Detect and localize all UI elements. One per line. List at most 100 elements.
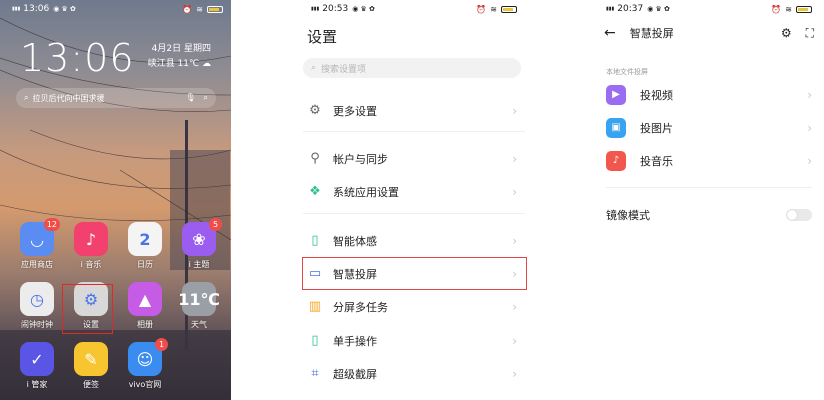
wifi-icon: ≋ [196,4,203,14]
status-bar: ▮▮▮ 13:06 ◉ ♛ ✿ ⏰ ≋ [12,3,223,15]
section-label: 本地文件投屏 [606,68,648,76]
hand-phone-icon: ▯ [311,333,319,348]
app-label: i 管家 [26,380,48,389]
cloud-icon: ☁ [202,59,211,69]
date-weather-widget[interactable]: 4月2日 星期四 峡江县 11℃ ☁ [148,42,211,72]
app-icon[interactable]: 11℃ 天气 [172,282,226,330]
crop-icon: ⌗ [311,366,319,381]
settings-item[interactable]: ▯ 智能体感 › [303,224,525,257]
settings-screen: ▮▮▮ 20:53 ◉ ♛ ✿ ⏰ ≋ 设置 ⌕ 搜索设置项 ⚙ 更多设置 › ⚲ 帐户… [231,0,529,400]
chevron-right-icon: › [807,87,812,102]
app-icon[interactable]: ❀ i 主题 5 [172,218,226,270]
chevron-right-icon: › [512,184,517,199]
status-time: 13:06 [23,4,50,14]
app-label: 日历 [137,260,153,269]
settings-item[interactable]: ▥ 分屏多任务 › [303,290,525,323]
play-icon: ▶ [606,84,626,105]
fullscreen-icon[interactable]: ⛶ [806,26,814,41]
highlight-box-cast [302,257,527,290]
highlight-box-settings [62,284,113,334]
cast-item[interactable]: ▣ 投图片 › [606,111,812,144]
app-label: vivo官网 [128,380,162,389]
home-search-bar[interactable]: ⌕ 拉贝后代向中国求援 🎙 ⌕ [16,88,216,108]
settings-item-label: 超级截屏 [333,367,377,381]
app-icon[interactable]: ♪ i 音乐 [64,222,118,270]
mirror-mode-row[interactable]: 镜像模式 [606,198,812,231]
app-icon[interactable]: ◡ 应用商店 12 [10,218,64,270]
cast-item-label: 投音乐 [640,154,673,168]
app-icon [172,342,226,390]
app-icon[interactable]: 2 日历 [118,222,172,270]
status-bar: ▮▮▮ 20:37 ◉ ♛ ✿ ⏰ ≋ [606,3,812,15]
alarm-icon: ⏰ [476,4,487,14]
alarm-icon: ⏰ [771,4,782,14]
search-suggestion: 拉贝后代向中国求援 [32,93,105,103]
settings-item[interactable]: ▯ 单手操作 › [303,324,525,357]
signal-icon: ▮▮▮ [311,5,320,12]
settings-item[interactable]: ⌗ 超级截屏 › [303,357,525,390]
mirror-mode-toggle[interactable] [786,208,812,221]
app-icon-image: ✎ [74,342,108,376]
image-icon: ▣ [606,117,626,138]
status-time: 20:37 [617,4,644,14]
settings-item-label: 智能体感 [333,234,377,248]
notification-icons: ◉ ♛ ✿ [647,5,670,13]
app-icon[interactable]: ◷ 闹钟时钟 [10,282,64,330]
search-icon[interactable]: ⌕ [204,93,208,103]
lock-clock: 13:06 [20,36,135,80]
mic-icon[interactable]: 🎙 [185,93,195,103]
app-grid: ◡ 应用商店 12 ♪ i 音乐 2 日历 ❀ i 主题 5 ◷ 闹钟时钟 ⚙ 设置 ▲ 相册 11℃ 天气 ✓ i … [10,218,222,390]
settings-search-input[interactable]: ⌕ 搜索设置项 [303,58,521,78]
split-icon: ▥ [308,299,322,314]
date-text: 4月2日 星期四 [151,44,211,54]
settings-item-label: 分屏多任务 [333,300,388,314]
header: ← 智慧投屏 ⚙ ⛶ [604,24,814,42]
app-icon-image: 11℃ [178,282,220,316]
settings-item[interactable]: ❖ 系统应用设置 › [303,175,525,208]
status-time: 20:53 [322,4,349,14]
search-icon: ⌕ [24,93,29,102]
notification-badge: 1 [155,338,168,351]
cast-item[interactable]: ▶ 投视频 › [606,78,812,111]
grid-icon: ❖ [309,184,321,199]
app-icon-image: ▲ [128,282,162,316]
gear-icon: ⚙ [309,103,321,118]
wifi-icon: ≋ [785,4,792,14]
notification-badge: 12 [43,218,60,231]
notification-badge: 5 [209,218,222,231]
home-screen: ▮▮▮ 13:06 ◉ ♛ ✿ ⏰ ≋ 13:06 4月2日 星期四 峡江县 1… [0,0,231,400]
cast-item[interactable]: ♪ 投音乐 › [606,144,812,177]
battery-icon [207,5,223,13]
mirror-mode-label: 镜像模式 [606,208,650,222]
divider [303,213,525,214]
app-icon[interactable]: ✎ 便签 [64,342,118,390]
app-icon-image: ◷ [20,282,54,316]
chevron-right-icon: › [807,153,812,168]
chevron-right-icon: › [512,333,517,348]
battery-icon [796,5,812,13]
key-icon: ⚲ [310,151,320,166]
app-icon-image: ♪ [74,222,108,256]
music-icon: ♪ [606,150,626,171]
app-icon[interactable]: ▲ 相册 [118,282,172,330]
settings-item[interactable]: ⚲ 帐户与同步 › [303,142,525,175]
app-label: i 音乐 [80,260,102,269]
app-label: i 主题 [188,260,210,269]
app-label: 便签 [83,380,99,389]
settings-item[interactable]: ⚙ 更多设置 › [303,94,525,127]
notification-icons: ◉ ♛ ✿ [352,5,375,13]
wifi-icon: ≋ [490,4,497,14]
app-label: 应用商店 [21,260,53,269]
settings-item-label: 单手操作 [333,334,377,348]
phone-icon: ▯ [311,233,319,248]
settings-item-label: 系统应用设置 [333,185,399,199]
page-title: 智慧投屏 [629,27,674,40]
app-label: 相册 [137,320,153,329]
back-arrow-icon[interactable]: ← [604,25,616,41]
gear-icon[interactable]: ⚙ [781,26,792,41]
app-icon[interactable]: ✓ i 管家 [10,342,64,390]
chevron-right-icon: › [512,103,517,118]
app-icon[interactable]: ☺ vivo官网 1 [118,338,172,390]
cast-item-label: 投图片 [640,121,673,135]
alarm-icon: ⏰ [182,4,193,14]
